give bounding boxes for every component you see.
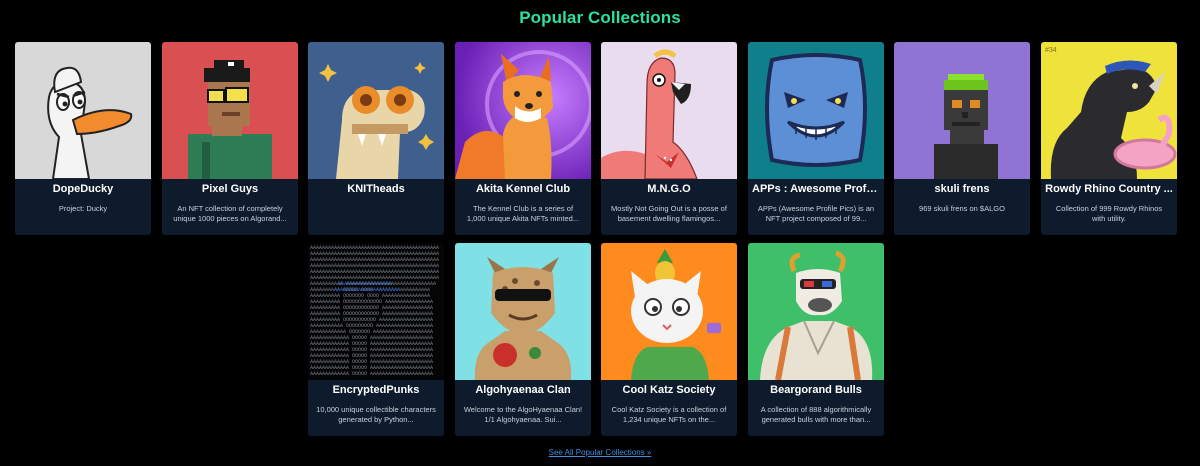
collection-name: Pixel Guys xyxy=(201,183,259,195)
collection-card-encryptedpunks[interactable]: AAAAAAAAAAAAAAAAAAAAAAAAAAAAAAAAAAAAAAAA… xyxy=(308,243,444,436)
collection-card-apps[interactable]: APPs : Awesome Profil... APPs (Awesome P… xyxy=(748,42,884,235)
pixel-guy-art-icon xyxy=(162,42,298,179)
grin-face-art-icon xyxy=(748,42,884,179)
collection-name: Cool Katz Society xyxy=(622,384,716,396)
rhino-art-icon: #34 xyxy=(1041,42,1177,179)
bull-art-icon xyxy=(748,243,884,380)
collection-description: Collection of 999 Rowdy Rhinos with util… xyxy=(1055,204,1163,223)
collection-description: APPs (Awesome Profile Pics) is an NFT pr… xyxy=(757,204,875,223)
collection-card-dopeducky[interactable]: DopeDucky Project: Ducky xyxy=(15,42,151,235)
cat-art-icon xyxy=(601,243,737,380)
svg-text:AAAAAAAAAAAAA OOOOO AAAAAAAA: AAAAAAAAAAAAA OOOOO AAAAAAAAAAAAAAAAAAAA… xyxy=(310,371,433,377)
knit-frog-art-icon xyxy=(308,42,444,179)
ascii-punk-art-icon: AAAAAAAAAAAAAAAAAAAAAAAAAAAAAAAAAAAAAAAA… xyxy=(308,243,444,380)
collection-description: 969 skuli frens on $ALGO xyxy=(919,204,1005,213)
akita-dog-art-icon xyxy=(455,42,591,179)
collection-name: EncryptedPunks xyxy=(332,384,420,396)
collection-description: The Kennel Club is a series of 1,000 uni… xyxy=(466,204,580,223)
collection-card-skuli-frens[interactable]: skuli frens 969 skuli frens on $ALGO xyxy=(894,42,1030,235)
collection-card-mngo[interactable]: M.N.G.O Mostly Not Going Out is a posse … xyxy=(601,42,737,235)
collection-description: 10,000 unique collectible characters gen… xyxy=(316,405,436,424)
collection-description: Project: Ducky xyxy=(58,204,108,213)
collection-description: Welcome to the AlgoHyaenaa Clan! 1/1 Alg… xyxy=(463,405,583,424)
collection-card-algohyaenaa-clan[interactable]: Algohyaenaa Clan Welcome to the AlgoHyae… xyxy=(455,243,591,436)
collection-name: APPs : Awesome Profil... xyxy=(752,183,880,195)
collections-grid: DopeDucky Project: Ducky Pixel Guys An N… xyxy=(0,0,1200,466)
collection-name: KNITheads xyxy=(347,183,405,195)
rhino-badge: #34 xyxy=(1045,47,1057,54)
hyena-art-icon xyxy=(455,243,591,380)
collection-description: Cool Katz Society is a collection of 1,2… xyxy=(611,405,727,424)
collection-name: M.N.G.O xyxy=(647,183,691,195)
collection-card-rowdy-rhino[interactable]: #34 Rowdy Rhino Country ... Collection o… xyxy=(1041,42,1177,235)
collection-name: DopeDucky xyxy=(52,183,114,195)
collection-description: An NFT collection of completely unique 1… xyxy=(173,204,287,223)
duck-art-icon xyxy=(15,42,151,179)
collection-card-knitheads[interactable]: KNITheads xyxy=(308,42,444,235)
collection-card-akita-kennel-club[interactable]: Akita Kennel Club The Kennel Club is a s… xyxy=(455,42,591,235)
collection-card-pixel-guys[interactable]: Pixel Guys An NFT collection of complete… xyxy=(162,42,298,235)
collection-name: Algohyaenaa Clan xyxy=(475,384,571,396)
collection-name: Beargorand Bulls xyxy=(770,384,862,396)
collection-description: Mostly Not Going Out is a posse of basem… xyxy=(611,204,727,223)
collection-card-cool-katz-society[interactable]: Cool Katz Society Cool Katz Society is a… xyxy=(601,243,737,436)
collection-name: Akita Kennel Club xyxy=(475,183,571,195)
collection-name: Rowdy Rhino Country ... xyxy=(1045,183,1173,195)
collection-description: A collection of 888 algorithmically gene… xyxy=(760,405,872,424)
collection-card-beargorand-bulls[interactable]: Beargorand Bulls A collection of 888 alg… xyxy=(748,243,884,436)
flamingo-art-icon xyxy=(601,42,737,179)
collection-name: skuli frens xyxy=(934,183,990,195)
see-all-collections-link[interactable]: See All Popular Collections » xyxy=(0,448,1200,457)
svg-text:AAAAAAAAAAAAAAAAAAAAAA: AAAAAAAAAAAAAAAAAAAAAA xyxy=(334,287,400,293)
pixel-skull-art-icon xyxy=(894,42,1030,179)
